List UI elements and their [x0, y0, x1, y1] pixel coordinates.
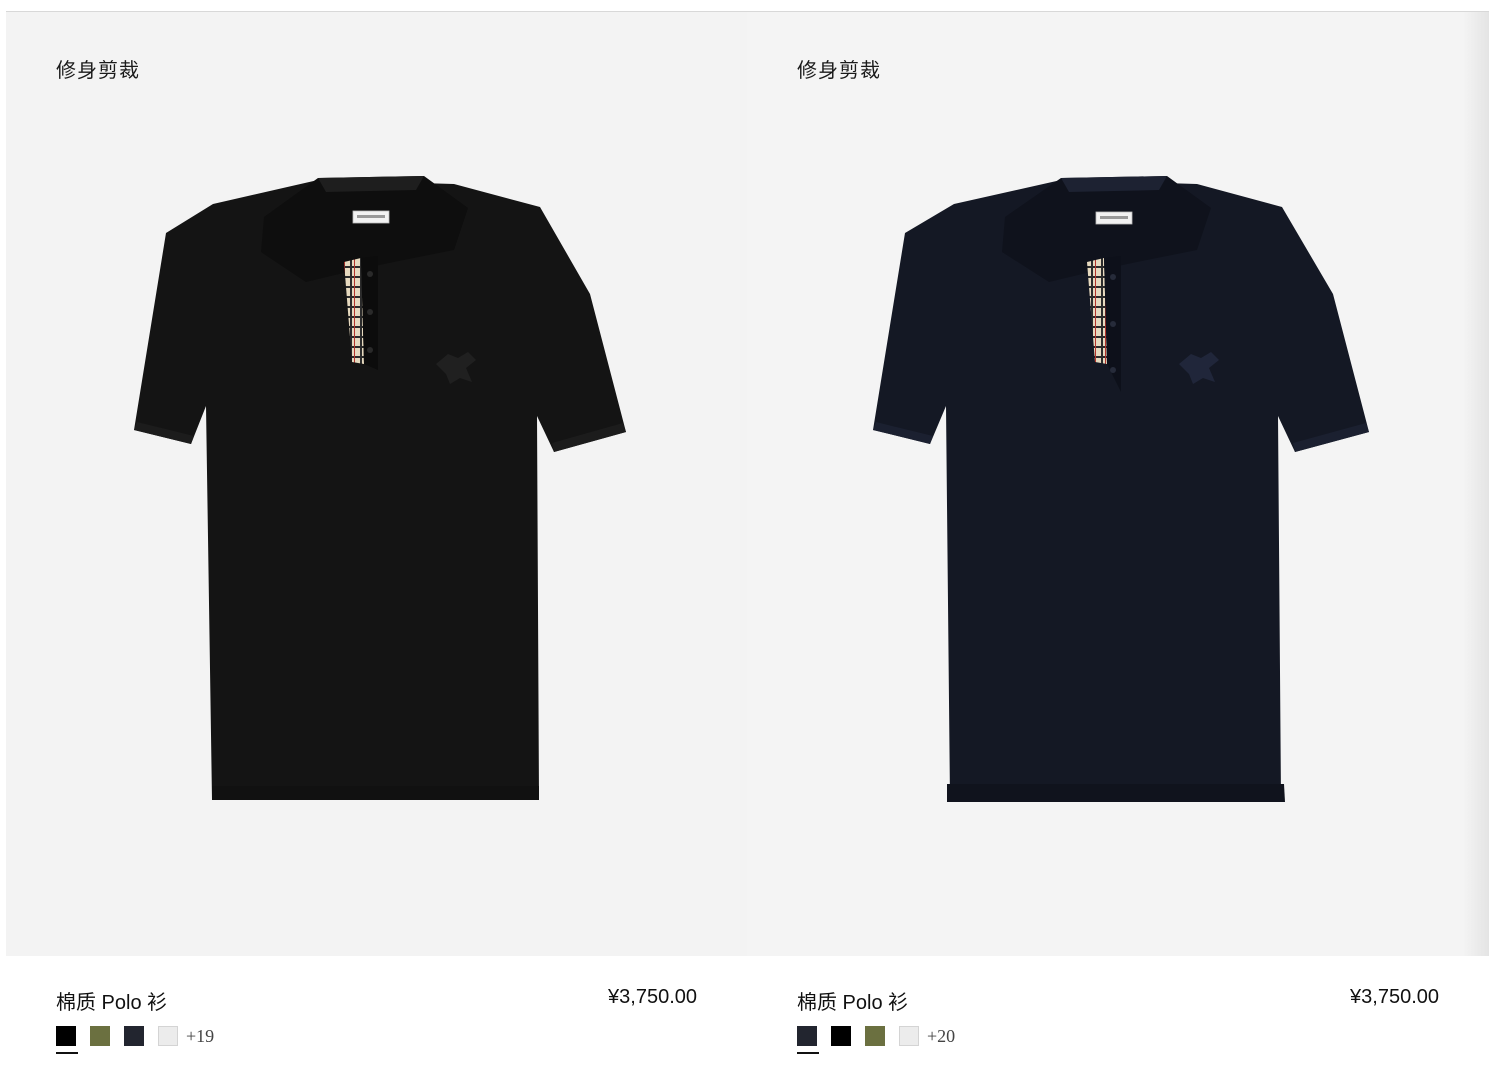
color-swatch-white[interactable] [158, 1026, 178, 1046]
more-colors-link[interactable]: +20 [927, 1026, 955, 1047]
product-image[interactable] [747, 12, 1489, 956]
color-swatch-black[interactable] [831, 1026, 851, 1046]
color-swatch-navy[interactable] [124, 1026, 144, 1046]
color-swatch-olive[interactable] [90, 1026, 110, 1046]
polo-shirt-graphic [134, 176, 626, 800]
polo-shirt-graphic [873, 176, 1369, 802]
product-image-area[interactable]: 修身剪裁 [747, 12, 1489, 956]
color-swatch-white[interactable] [899, 1026, 919, 1046]
product-card[interactable]: 修身剪裁 [6, 12, 747, 1080]
product-image[interactable] [6, 12, 747, 956]
product-card[interactable]: 修身剪裁 [747, 12, 1489, 1080]
color-swatches: +20 [797, 1023, 955, 1054]
more-colors-link[interactable]: +19 [186, 1026, 214, 1047]
product-name[interactable]: 棉质 Polo 衫 [56, 986, 167, 1015]
product-name[interactable]: 棉质 Polo 衫 [797, 986, 908, 1015]
color-swatches: +19 [56, 1023, 214, 1054]
color-swatch-olive[interactable] [865, 1026, 885, 1046]
product-info: 棉质 Polo 衫 ¥3,750.00 +19 [6, 956, 747, 1080]
product-image-area[interactable]: 修身剪裁 [6, 12, 747, 956]
color-swatch-navy[interactable] [797, 1026, 819, 1054]
color-swatch-black[interactable] [56, 1026, 78, 1054]
product-price: ¥3,750.00 [1350, 986, 1439, 1008]
product-price: ¥3,750.00 [608, 986, 697, 1008]
product-info: 棉质 Polo 衫 ¥3,750.00 +20 [747, 956, 1489, 1080]
product-grid: 修身剪裁 棉质 Polo 衫 ¥3,750.00 +19 修身剪裁 棉质 Pol… [6, 12, 1489, 1080]
